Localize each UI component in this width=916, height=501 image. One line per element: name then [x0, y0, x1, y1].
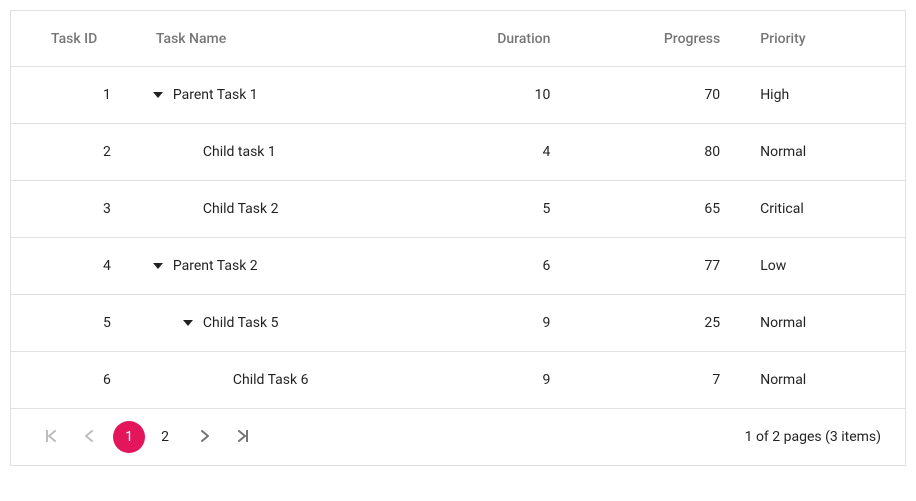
cell-task-name: Parent Task 1 — [131, 87, 421, 103]
cell-task-id: 5 — [11, 315, 131, 331]
cell-duration: 9 — [421, 315, 571, 331]
pager-last-button[interactable] — [227, 421, 259, 453]
header-progress[interactable]: Progress — [570, 31, 740, 47]
cell-task-name: Child Task 6 — [131, 372, 421, 388]
cell-progress: 7 — [570, 372, 740, 388]
table-row[interactable]: 6 Child Task 6 97Normal — [11, 352, 905, 409]
expand-collapse-icon[interactable] — [181, 316, 195, 330]
task-name-text: Parent Task 2 — [173, 258, 258, 274]
chevron-left-icon — [85, 429, 93, 445]
header-task-id[interactable]: Task ID — [11, 31, 131, 47]
header-priority[interactable]: Priority — [740, 31, 905, 47]
pager-page-1[interactable]: 1 — [113, 421, 145, 453]
task-name-text: Child Task 5 — [203, 315, 279, 331]
cell-duration: 10 — [421, 87, 571, 103]
cell-task-id: 2 — [11, 144, 131, 160]
first-page-icon — [46, 429, 56, 445]
cell-task-id: 6 — [11, 372, 131, 388]
cell-priority: Normal — [740, 315, 905, 331]
pager-prev-button[interactable] — [73, 421, 105, 453]
task-name-text: Child Task 2 — [203, 201, 279, 217]
cell-priority: Normal — [740, 372, 905, 388]
table-row[interactable]: 2 Child task 1 480Normal — [11, 124, 905, 181]
cell-duration: 5 — [421, 201, 571, 217]
table-row[interactable]: 3 Child Task 2 565Critical — [11, 181, 905, 238]
task-name-text: Parent Task 1 — [173, 87, 258, 103]
cell-priority: Low — [740, 258, 905, 274]
cell-priority: Normal — [740, 144, 905, 160]
cell-task-name: Parent Task 2 — [131, 258, 421, 274]
rows-container: 1Parent Task 11070High2Child task 1480No… — [11, 67, 905, 409]
table-row[interactable]: 1 Parent Task 1 1070High — [11, 67, 905, 124]
cell-progress: 65 — [570, 201, 740, 217]
chevron-right-icon — [201, 429, 209, 445]
cell-priority: High — [740, 87, 905, 103]
cell-task-id: 4 — [11, 258, 131, 274]
cell-task-name: Child task 1 — [131, 144, 421, 160]
pager-info: 1 of 2 pages (3 items) — [745, 429, 881, 445]
cell-progress: 70 — [570, 87, 740, 103]
cell-duration: 4 — [421, 144, 571, 160]
expand-collapse-icon[interactable] — [151, 88, 165, 102]
cell-duration: 9 — [421, 372, 571, 388]
treegrid: Task ID Task Name Duration Progress Prio… — [10, 10, 906, 466]
cell-progress: 77 — [570, 258, 740, 274]
pager-page-2[interactable]: 2 — [149, 421, 181, 453]
table-row[interactable]: 5 Child Task 5 925Normal — [11, 295, 905, 352]
expand-collapse-icon[interactable] — [151, 259, 165, 273]
cell-task-id: 1 — [11, 87, 131, 103]
task-name-text: Child Task 6 — [233, 372, 309, 388]
task-name-text: Child task 1 — [203, 144, 276, 160]
cell-duration: 6 — [421, 258, 571, 274]
cell-priority: Critical — [740, 201, 905, 217]
header-row: Task ID Task Name Duration Progress Prio… — [11, 11, 905, 67]
cell-task-id: 3 — [11, 201, 131, 217]
last-page-icon — [238, 429, 248, 445]
header-duration[interactable]: Duration — [421, 31, 571, 47]
cell-task-name: Child Task 2 — [131, 201, 421, 217]
header-task-name[interactable]: Task Name — [131, 31, 421, 47]
pager-controls: 12 — [35, 421, 259, 453]
pager-first-button[interactable] — [35, 421, 67, 453]
cell-progress: 80 — [570, 144, 740, 160]
table-row[interactable]: 4 Parent Task 2 677Low — [11, 238, 905, 295]
pager-next-button[interactable] — [189, 421, 221, 453]
cell-progress: 25 — [570, 315, 740, 331]
cell-task-name: Child Task 5 — [131, 315, 421, 331]
pager: 12 1 of 2 pages (3 items) — [11, 409, 905, 465]
